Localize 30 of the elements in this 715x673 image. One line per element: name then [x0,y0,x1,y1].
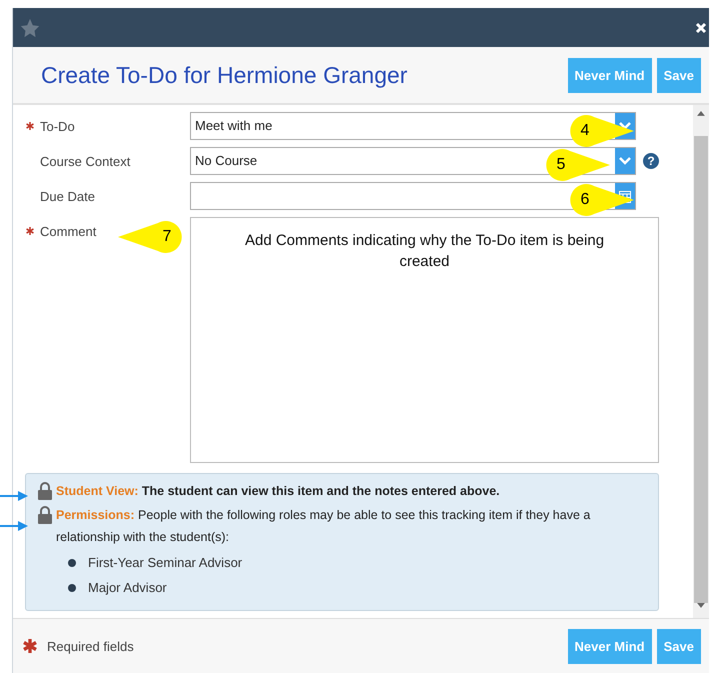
field-label: Comment [40,224,96,238]
comment-field[interactable]: Add Comments indicating why the To-Do item is being created [190,217,659,463]
role-text: First-Year Seminar Advisor [88,555,242,570]
dialog-title: Create To-Do for Hermione Granger [41,62,408,88]
callout-tooltip: 5 [544,149,610,181]
chevron-down-icon [619,122,631,130]
close-icon[interactable] [695,22,707,34]
bullet-icon [68,584,76,592]
callout-tooltip: 7 [118,221,184,253]
callout-tooltip: 4 [568,115,634,147]
help-icon[interactable]: ? [643,153,659,169]
scrollbar[interactable] [693,105,709,618]
field-label: Due Date [40,188,95,204]
info-text: Student View: The student can view this item and the notes entered above. [56,483,500,500]
info-text: Permissions: People with the following roles may be able to see this tracking item if they have a relationship with the student(s): [56,507,592,546]
required-asterisk-icon [23,639,37,653]
scroll-up-icon[interactable] [697,111,705,116]
bullet-icon [68,558,76,566]
date-field[interactable] [190,182,636,210]
star-logo-icon [19,16,41,38]
pointer-arrow-icon [0,521,28,531]
role-text: Major Advisor [88,580,167,595]
field-label: To-Do [40,118,75,134]
lock-icon [38,506,52,524]
required-note: Required fields [47,638,134,654]
chevron-down-icon [619,157,631,165]
field-label: Course Context [40,154,130,168]
pointer-arrow-icon [0,491,28,501]
callout-tooltip: 6 [568,184,634,216]
lock-icon [38,482,52,500]
